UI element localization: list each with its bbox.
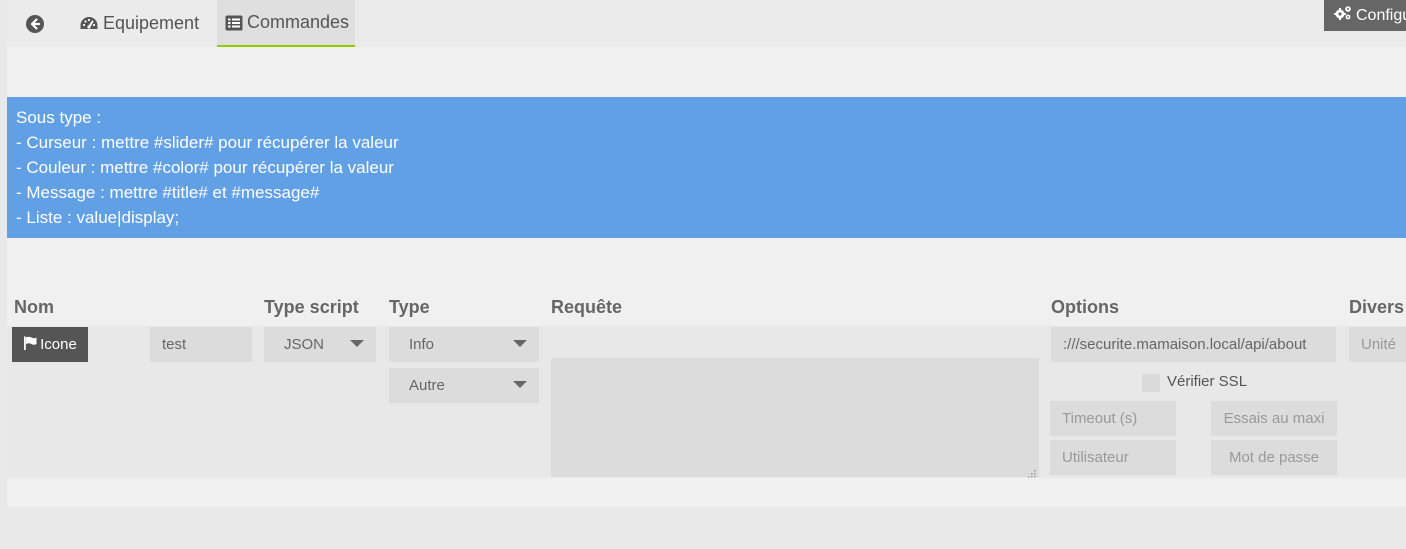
- alert-line: - Message : mettre #title# et #message#: [16, 183, 320, 202]
- commands-panel: Sous type : - Curseur : mettre #slider# …: [7, 47, 1406, 507]
- url-input[interactable]: :///securite.mamaison.local/api/about: [1051, 327, 1336, 362]
- icone-button[interactable]: Icone: [12, 327, 88, 362]
- alert-line: Sous type :: [16, 108, 102, 127]
- header-type: Type: [389, 297, 430, 317]
- tab-commandes[interactable]: Commandes: [217, 0, 355, 47]
- tab-back[interactable]: [7, 0, 63, 47]
- command-name-input[interactable]: test: [150, 327, 252, 362]
- type-script-value: JSON: [284, 336, 325, 353]
- header-type-script: Type script: [264, 297, 359, 317]
- caret-down-icon: [513, 340, 527, 347]
- tab-equipement-label: Equipement: [103, 13, 200, 33]
- cogs-icon: [1334, 5, 1352, 26]
- caret-down-icon: [513, 381, 527, 388]
- alert-line: - Liste : value|display;: [16, 208, 180, 227]
- type-select[interactable]: Info: [389, 327, 539, 362]
- tachometer-icon: [79, 15, 99, 33]
- header-requete: Requête: [551, 297, 623, 317]
- flag-icon: [23, 336, 37, 354]
- verify-ssl-checkbox[interactable]: [1142, 374, 1160, 392]
- verify-ssl-label: Vérifier SSL: [1167, 373, 1248, 390]
- timeout-input[interactable]: Timeout (s): [1050, 401, 1176, 436]
- tab-commandes-label: Commandes: [247, 12, 350, 32]
- subtype-value: Autre: [409, 377, 445, 394]
- icone-button-label: Icone: [40, 336, 77, 353]
- alert-line: - Couleur : mettre #color# pour récupére…: [16, 158, 394, 177]
- username-input[interactable]: Utilisateur: [1050, 440, 1176, 475]
- tab-equipement[interactable]: Equipement: [67, 0, 217, 47]
- requete-textarea[interactable]: [551, 358, 1039, 478]
- subtype-select[interactable]: Autre: [389, 368, 539, 403]
- max-retries-input[interactable]: Essais au maxi: [1211, 401, 1337, 436]
- configuration-button[interactable]: Configu: [1324, 0, 1406, 31]
- password-input[interactable]: Mot de passe: [1211, 440, 1337, 475]
- caret-down-icon: [350, 340, 364, 347]
- arrow-circle-left-icon: [25, 14, 45, 34]
- type-script-select[interactable]: JSON: [264, 327, 376, 362]
- header-divers: Divers: [1349, 297, 1405, 317]
- configuration-button-label: Configu: [1356, 6, 1406, 24]
- unit-input[interactable]: Unité: [1349, 327, 1406, 362]
- alert-line: - Curseur : mettre #slider# pour récupér…: [16, 133, 399, 152]
- tab-bar: Equipement Commandes: [7, 0, 1406, 47]
- header-nom: Nom: [14, 297, 54, 317]
- resize-grip-icon[interactable]: [1027, 465, 1036, 478]
- type-value: Info: [409, 336, 435, 353]
- header-options: Options: [1051, 297, 1119, 317]
- list-alt-icon: [225, 15, 243, 31]
- subtype-info-alert: Sous type : - Curseur : mettre #slider# …: [7, 97, 1406, 238]
